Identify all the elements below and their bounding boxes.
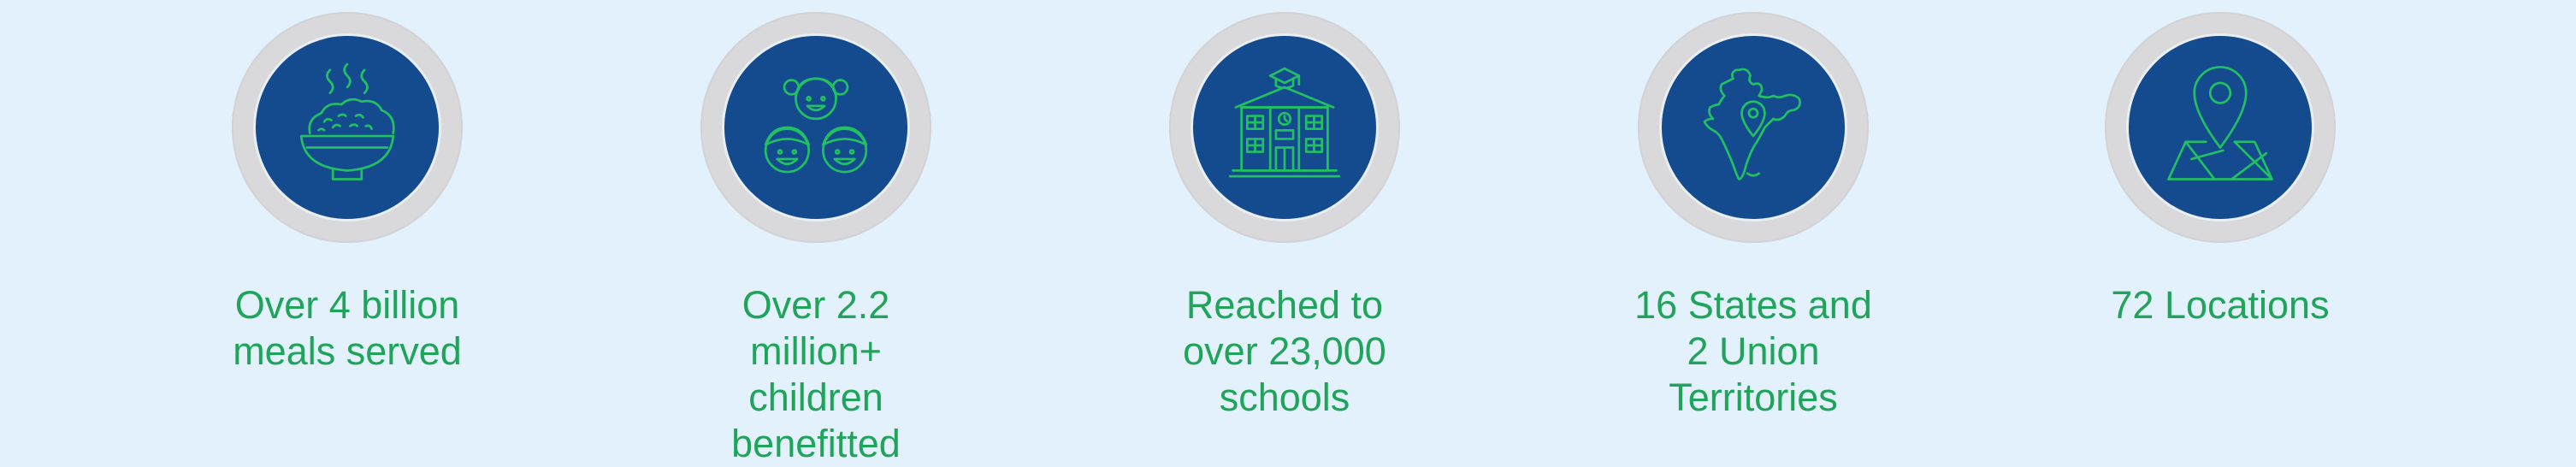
stat-meals: Over 4 billion meals served [176, 12, 518, 375]
icon-disc [1662, 36, 1845, 219]
icon-ring [232, 12, 463, 243]
icon-disc [724, 36, 907, 219]
stat-schools: Reached to over 23,000 schools [1114, 12, 1456, 421]
icon-disc [2129, 36, 2312, 219]
stat-locations: 72 Locations [2049, 12, 2391, 328]
india-map-pin-icon [1703, 68, 1801, 180]
stat-label-states: 16 States and 2 Union Territories [1634, 283, 1872, 419]
stat-label-meals: Over 4 billion meals served [233, 283, 462, 373]
icon-ring [1169, 12, 1400, 243]
impact-stats-row: Over 4 billion meals served Over 2.2 mil… [0, 0, 2576, 467]
stat-label-children: Over 2.2 million+ children benefitted [731, 283, 901, 465]
stat-label-schools: Reached to over 23,000 schools [1183, 283, 1386, 419]
school-building-icon [1228, 67, 1341, 178]
icon-ring [1638, 12, 1869, 243]
stat-label-locations: 72 Locations [2111, 283, 2330, 327]
children-faces-icon [764, 77, 868, 174]
icon-disc [1193, 36, 1376, 219]
stat-states: 16 States and 2 Union Territories [1582, 12, 1924, 421]
stat-children: Over 2.2 million+ children benefitted [645, 12, 987, 467]
location-map-icon [2167, 66, 2273, 180]
icon-disc [256, 36, 439, 219]
food-bowl-icon [299, 62, 395, 180]
icon-ring [700, 12, 931, 243]
icon-ring [2105, 12, 2336, 243]
